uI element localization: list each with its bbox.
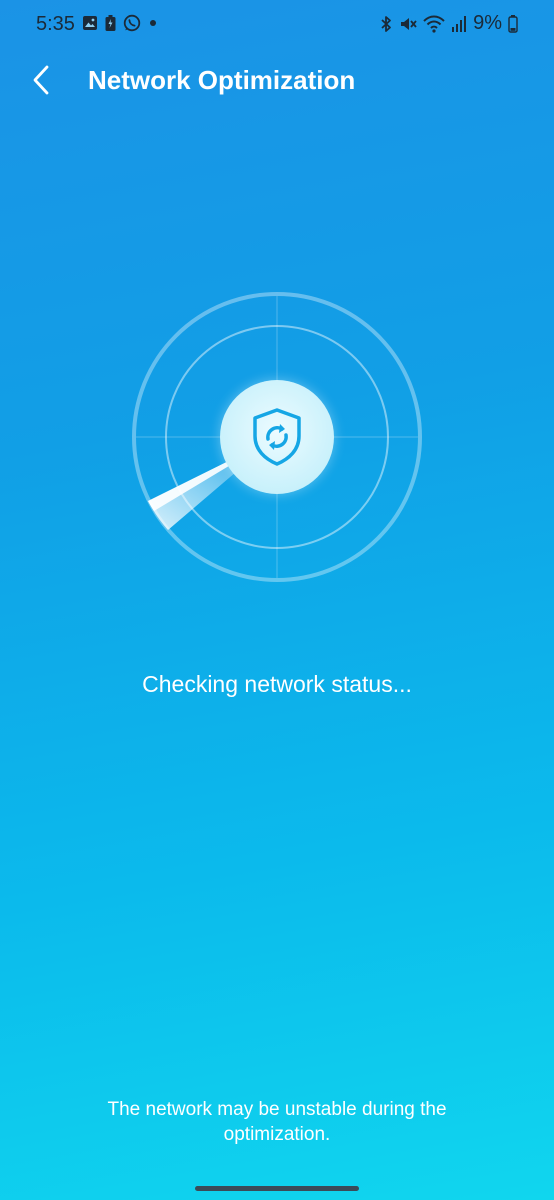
mute-icon — [399, 15, 417, 33]
scan-radar — [130, 290, 424, 584]
battery-saver-icon — [105, 15, 116, 31]
scan-status-text: Checking network status... — [142, 671, 412, 697]
battery-percent: 9% — [473, 12, 502, 34]
whatsapp-icon — [123, 14, 141, 32]
status-bar: 5:35 9% — [0, 0, 554, 48]
bluetooth-icon — [379, 15, 393, 33]
page-title: Network Optimization — [88, 65, 356, 95]
wifi-icon — [423, 15, 445, 33]
footer-note: The network may be unstable during the o… — [107, 1099, 447, 1145]
header: Network Optimization — [0, 52, 554, 108]
home-indicator[interactable] — [195, 1186, 359, 1191]
status-time: 5:35 — [36, 13, 75, 35]
shield-core — [220, 380, 334, 494]
signal-icon — [451, 15, 467, 33]
chevron-left-icon — [33, 65, 49, 95]
battery-icon — [508, 14, 518, 33]
shield-refresh-icon — [253, 408, 301, 466]
status-right: 9% — [379, 12, 518, 35]
status-left-icons — [82, 14, 158, 32]
dot-icon — [148, 18, 158, 28]
gallery-icon — [82, 15, 98, 31]
back-button[interactable] — [20, 58, 64, 102]
